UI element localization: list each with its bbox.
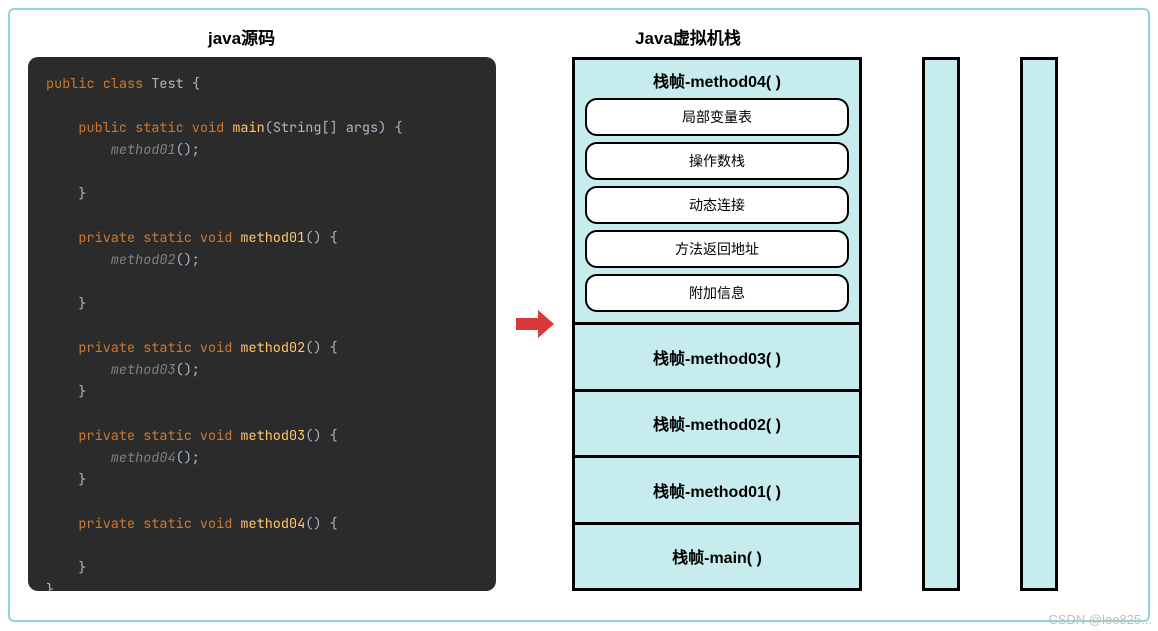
stack-frame-component: 操作数栈 bbox=[585, 142, 849, 180]
stack-frame-component: 局部变量表 bbox=[585, 98, 849, 136]
stack-frame-component: 动态连接 bbox=[585, 186, 849, 224]
stack-frame-top: 栈帧-method04( ) 局部变量表操作数栈动态连接方法返回地址附加信息 bbox=[575, 60, 859, 325]
stack-frame: 栈帧-method02( ) bbox=[575, 392, 859, 459]
stack-frame-component: 附加信息 bbox=[585, 274, 849, 312]
heading-left: java源码 bbox=[208, 24, 275, 49]
diagram-container: java源码 Java虚拟机栈 public class Test { publ… bbox=[8, 8, 1150, 622]
jvm-stack: 栈帧-method04( ) 局部变量表操作数栈动态连接方法返回地址附加信息 栈… bbox=[572, 57, 862, 591]
heading-row: java源码 Java虚拟机栈 bbox=[28, 24, 1130, 49]
stack-frame-title: 栈帧-method04( ) bbox=[585, 68, 849, 92]
arrow-right-icon bbox=[514, 310, 554, 338]
watermark: CSDN @leo825... bbox=[1048, 612, 1152, 627]
stack-frame: 栈帧-method03( ) bbox=[575, 325, 859, 392]
content-row: public class Test { public static void m… bbox=[28, 57, 1130, 591]
native-stack-1 bbox=[922, 57, 960, 591]
code-block: public class Test { public static void m… bbox=[28, 57, 496, 591]
heading-right: Java虚拟机栈 bbox=[635, 24, 741, 49]
stack-frame: 栈帧-main( ) bbox=[575, 525, 859, 589]
stack-frame: 栈帧-method01( ) bbox=[575, 458, 859, 525]
stack-frame-component: 方法返回地址 bbox=[585, 230, 849, 268]
stack-frame-items: 局部变量表操作数栈动态连接方法返回地址附加信息 bbox=[585, 98, 849, 312]
arrow-column bbox=[512, 57, 556, 591]
native-stack-2 bbox=[1020, 57, 1058, 591]
